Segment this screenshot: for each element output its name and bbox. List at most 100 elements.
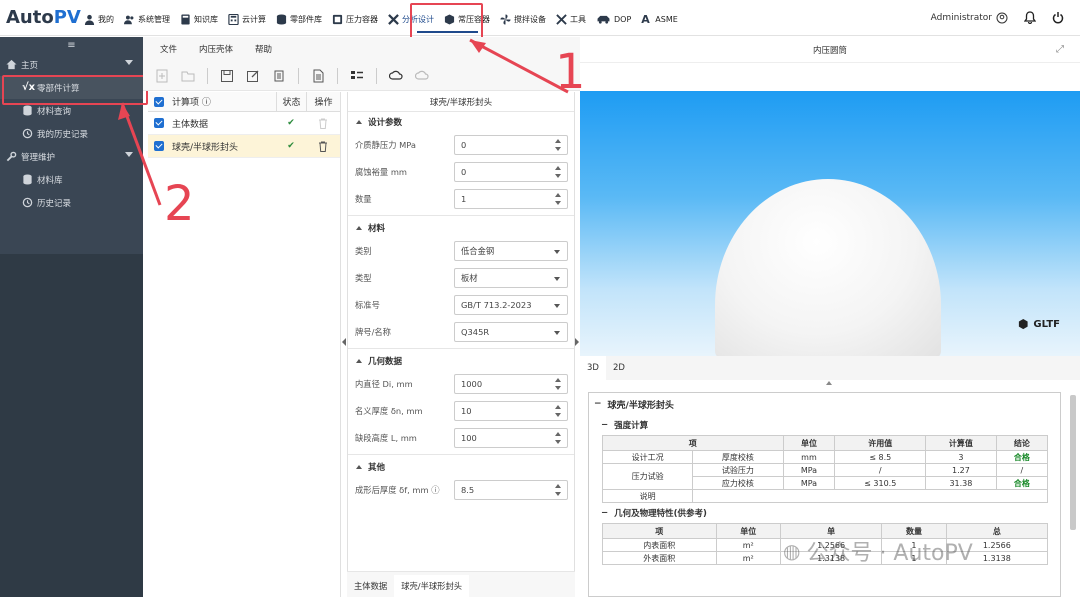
nav-item-dop[interactable]: DOP (596, 10, 631, 28)
section-other[interactable]: 其他 (348, 457, 574, 476)
df-input[interactable]: 8.5 (454, 479, 568, 500)
header-label: 计算项 (172, 98, 200, 108)
check-icon: ✔ (287, 141, 295, 151)
divider (348, 215, 574, 216)
tab-2d[interactable]: 2D (606, 356, 632, 380)
sidebar-item-home[interactable]: 主页 (0, 53, 143, 76)
check-icon: ✔ (287, 118, 295, 128)
nav-item-system[interactable]: 系统管理 (124, 10, 170, 28)
trash-icon[interactable] (306, 135, 340, 157)
section-geometry[interactable]: 几何数据 (348, 351, 574, 370)
nav-item-parts[interactable]: 零部件库 (276, 10, 322, 28)
gltf-badge[interactable]: ⬢ GLTF (1018, 317, 1060, 331)
user-menu[interactable]: Administrator (931, 12, 1008, 24)
grade-select[interactable]: Q345R (454, 321, 568, 342)
user-name: Administrator (930, 13, 992, 23)
top-icons (1008, 11, 1064, 27)
section-material[interactable]: 材料 (348, 218, 574, 237)
user-circle-icon (996, 12, 1008, 24)
field-label-text: 成形后厚度 δf, mm (355, 484, 429, 495)
nav-item-asme[interactable]: A ASME (641, 10, 678, 28)
hamburger-icon[interactable]: ≡ (0, 37, 143, 53)
quantity-input[interactable]: 1 (454, 188, 568, 209)
collapse-right-handle[interactable] (575, 338, 579, 346)
hemisphere-model[interactable] (715, 179, 941, 359)
nav-item-knowledge[interactable]: 知识库 (180, 10, 218, 28)
app-logo[interactable]: AutoPV (6, 7, 81, 28)
edit-icon[interactable] (246, 69, 260, 83)
cloud-upload-icon[interactable] (389, 69, 403, 83)
cloud-download-icon[interactable] (415, 69, 429, 83)
save-icon[interactable] (220, 69, 234, 83)
result-scrollbar[interactable] (1070, 395, 1076, 530)
nav-item-pressure[interactable]: 压力容器 (332, 10, 378, 28)
geo-title[interactable]: − 几何及物理特性(供参考) (589, 503, 1060, 523)
menu-shell[interactable]: 内压壳体 (199, 43, 233, 55)
tab-main-data[interactable]: 主体数据 (347, 575, 394, 597)
nav-item-mine[interactable]: 我的 (84, 10, 114, 28)
wrench-icon (6, 151, 17, 162)
tab-hemisphere[interactable]: 球壳/半球形封头 (394, 575, 470, 597)
field-corrosion: 腐蚀裕量 mm 0 (348, 158, 574, 185)
row-checkbox[interactable] (154, 118, 164, 128)
sidebar-item-my-history[interactable]: 我的历史记录 (0, 122, 143, 145)
copy-icon[interactable] (272, 69, 286, 83)
expand-icon[interactable]: ⤢ (1056, 44, 1064, 55)
table-row[interactable]: 主体数据 ✔ (148, 112, 340, 135)
nav-item-cloud[interactable]: 云计算 (228, 10, 266, 28)
nav-label: DOP (614, 14, 632, 24)
sidebar-item-history[interactable]: 历史记录 (0, 191, 143, 214)
collapse-icon (356, 464, 362, 469)
trash-icon[interactable] (306, 112, 340, 134)
strength-title-text: 强度计算 (614, 421, 649, 431)
3d-viewer[interactable]: ⬢ GLTF (580, 91, 1080, 359)
cell-item: 厚度校核 (692, 450, 784, 464)
collapse-icon (356, 225, 362, 230)
di-input[interactable]: 1000 (454, 373, 568, 394)
params-form: 球壳/半球形封头 设计参数 介质静压力 MPa 0 腐蚀裕量 mm 0 数量 1 材料… (347, 92, 575, 597)
menu-file[interactable]: 文件 (160, 43, 177, 55)
result-title[interactable]: − 球壳/半球形封头 (589, 393, 1060, 415)
collapse-up-handle[interactable] (826, 381, 832, 385)
collapse-left-handle[interactable] (342, 338, 346, 346)
bell-icon[interactable] (1023, 11, 1037, 27)
tab-3d[interactable]: 3D (580, 356, 606, 380)
section-design[interactable]: 设计参数 (348, 112, 574, 131)
nav-item-mixer[interactable]: 搅拌设备 (500, 10, 546, 28)
dn-input[interactable]: 10 (454, 400, 568, 421)
cell-item: 试验压力 (692, 463, 784, 477)
help-icon[interactable]: ⓘ (202, 98, 211, 108)
table-header: 计算项 ⓘ 状态 操作 (148, 92, 340, 112)
type-select[interactable]: 板材 (454, 267, 568, 288)
sidebar-item-admin[interactable]: 管理维护 (0, 145, 143, 168)
database-icon (276, 13, 287, 25)
sidebar-item-label: 材料查询 (37, 106, 72, 117)
standard-select[interactable]: GB/T 713.2-2023 (454, 294, 568, 315)
nav-item-tools[interactable]: 工具 (556, 10, 586, 28)
collapse-icon (356, 358, 362, 363)
th-calc: 计算值 (925, 435, 997, 451)
document-icon[interactable] (311, 69, 325, 83)
menu-help[interactable]: 帮助 (255, 43, 272, 55)
power-icon[interactable] (1052, 11, 1064, 27)
annotation-number-2: 2 (164, 176, 195, 232)
strength-title[interactable]: − 强度计算 (589, 415, 1060, 435)
row-checkbox[interactable] (154, 141, 164, 151)
list-icon[interactable] (350, 69, 364, 83)
corrosion-input[interactable]: 0 (454, 161, 568, 182)
table-row[interactable]: 球壳/半球形封头 ✔ (148, 135, 340, 158)
sidebar-item-material-lib[interactable]: 材料库 (0, 168, 143, 191)
l-input[interactable]: 100 (454, 427, 568, 448)
nav-label: 系统管理 (138, 14, 170, 24)
new-file-icon[interactable] (155, 69, 169, 83)
history-icon (22, 197, 33, 208)
cell-unit: MPa (782, 476, 836, 490)
category-select[interactable]: 低合金钢 (454, 240, 568, 261)
table-header: 项 单位 许用值 计算值 结论 (602, 435, 1049, 451)
th-allow: 许用值 (834, 435, 927, 451)
open-folder-icon[interactable] (181, 69, 195, 83)
cell-unit: mm (782, 450, 836, 464)
select-all-checkbox[interactable] (154, 96, 164, 107)
help-icon[interactable]: ⓘ (431, 485, 439, 495)
pressure-input[interactable]: 0 (454, 134, 568, 155)
